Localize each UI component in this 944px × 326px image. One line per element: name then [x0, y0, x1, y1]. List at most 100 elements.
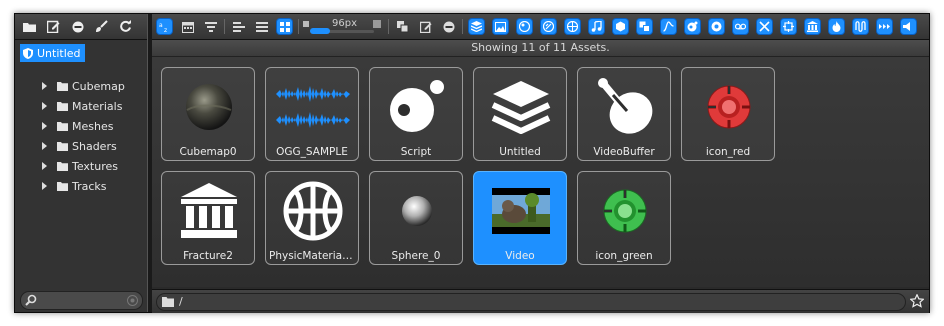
folder-icon — [57, 121, 68, 131]
asset-tile-untitled[interactable]: Untitled — [473, 67, 567, 161]
filter-fire-icon[interactable] — [828, 18, 845, 35]
list-view-icon[interactable] — [253, 18, 270, 35]
filter-wave-icon[interactable] — [852, 18, 869, 35]
asset-tile-fracture2[interactable]: Fracture2 — [161, 171, 255, 265]
asset-tile-sphere0[interactable]: Sphere_0 — [369, 171, 463, 265]
svg-text:z: z — [164, 27, 167, 32]
script-icon — [370, 74, 464, 140]
filter-voicemail-icon[interactable] — [732, 18, 749, 35]
tree-root-untitled[interactable]: Untitled — [20, 44, 85, 62]
tree-item-meshes[interactable]: Meshes — [42, 117, 113, 135]
asset-tile-ogg-sample[interactable]: OGG_SAMPLE — [265, 67, 359, 161]
path-field[interactable]: / — [156, 293, 906, 311]
filter-curve-icon[interactable] — [660, 18, 677, 35]
tree-item-textures[interactable]: Textures — [42, 157, 118, 175]
expand-arrow-icon[interactable] — [42, 182, 47, 190]
shield-icon — [23, 47, 33, 59]
minus-circle-icon[interactable] — [69, 18, 86, 35]
brush-icon[interactable] — [93, 18, 110, 35]
small-size-icon — [303, 21, 309, 27]
large-size-icon — [373, 20, 381, 28]
video-thumbnail-icon — [474, 178, 568, 244]
asset-grid: Cubemap0 OGG_SAMPLE Script Untitled Vide… — [152, 57, 929, 287]
folder-tree: Untitled Cubemap Materials Meshes Shader — [15, 41, 147, 288]
minus-circle-icon[interactable] — [440, 18, 457, 35]
filter-tools-icon[interactable] — [756, 18, 773, 35]
tree-item-materials[interactable]: Materials — [42, 97, 122, 115]
star-icon[interactable] — [910, 294, 924, 308]
filter-prefab-icon[interactable] — [636, 18, 653, 35]
filter-animation-icon[interactable] — [876, 18, 893, 35]
filter-layers-icon[interactable] — [468, 18, 485, 35]
tree-item-cubemap[interactable]: Cubemap — [42, 77, 125, 95]
red-ring-icon — [682, 74, 776, 140]
tree-item-shaders[interactable]: Shaders — [42, 137, 117, 155]
search-icon — [25, 294, 37, 306]
asset-tile-videobuffer[interactable]: VideoBuffer — [577, 67, 671, 161]
expand-arrow-icon[interactable] — [42, 82, 47, 90]
folder-icon — [57, 181, 68, 191]
edit-icon[interactable] — [45, 18, 62, 35]
filter-mesh-icon[interactable] — [612, 18, 629, 35]
path-text: / — [179, 295, 183, 308]
expand-arrow-icon[interactable] — [42, 122, 47, 130]
asset-tile-script[interactable]: Script — [369, 67, 463, 161]
filter-shader-icon[interactable] — [540, 18, 557, 35]
tree-item-label: Shaders — [72, 139, 117, 153]
filter-sound-icon[interactable] — [900, 18, 917, 35]
tree-root-label: Untitled — [37, 46, 81, 60]
asset-label: Script — [400, 146, 432, 158]
tree-item-label: Materials — [72, 99, 123, 113]
asset-label: icon_green — [595, 250, 653, 262]
toolbar-separator — [224, 19, 225, 34]
folder-icon[interactable] — [21, 18, 38, 35]
align-left-icon[interactable] — [230, 18, 247, 35]
grid-view-icon[interactable] — [276, 18, 293, 35]
duplicate-icon[interactable] — [394, 18, 411, 35]
toolbar-separator — [388, 19, 389, 34]
asset-label: Sphere_0 — [391, 250, 441, 262]
tree-item-tracks[interactable]: Tracks — [42, 177, 107, 195]
asset-count-status: Showing 11 of 11 Assets. — [152, 40, 929, 57]
filter-audio-icon[interactable] — [588, 18, 605, 35]
asset-tile-cubemap0[interactable]: Cubemap0 — [161, 67, 255, 161]
tree-item-label: Meshes — [72, 119, 114, 133]
waveform-icon — [266, 74, 360, 140]
sort-alpha-icon[interactable]: az — [156, 18, 173, 35]
filter-building-icon[interactable] — [804, 18, 821, 35]
thumbnail-size-slider[interactable]: 96px — [302, 18, 382, 35]
asset-toolbar: az 96px — [152, 14, 929, 40]
asset-label: Fracture2 — [183, 250, 233, 262]
video-buffer-icon — [578, 74, 672, 140]
expand-arrow-icon[interactable] — [42, 162, 47, 170]
building-icon — [162, 178, 256, 244]
asset-tile-icon-green[interactable]: icon_green — [577, 171, 671, 265]
expand-arrow-icon[interactable] — [42, 142, 47, 150]
clear-search-icon[interactable] — [127, 295, 138, 306]
toolbar-separator — [298, 19, 299, 34]
expand-arrow-icon[interactable] — [42, 102, 47, 110]
toolbar-separator — [462, 19, 463, 34]
asset-tile-video[interactable]: Video — [473, 171, 567, 265]
filter-texture-icon[interactable] — [708, 18, 725, 35]
basketball-icon — [266, 178, 360, 244]
filter-target-icon[interactable] — [780, 18, 797, 35]
refresh-icon[interactable] — [117, 18, 134, 35]
edit-icon[interactable] — [417, 18, 434, 35]
asset-tile-physicmaterial[interactable]: PhysicMaterial... — [265, 171, 359, 265]
asset-label: Cubemap0 — [179, 146, 237, 158]
filter-icon[interactable] — [202, 18, 219, 35]
sphere-light-icon — [370, 178, 464, 244]
slider-thumb[interactable] — [310, 28, 330, 34]
filter-image-icon[interactable] — [492, 18, 509, 35]
folder-search-input[interactable] — [20, 291, 143, 310]
folder-icon — [57, 161, 68, 171]
asset-label: OGG_SAMPLE — [276, 146, 348, 158]
folder-icon — [162, 297, 174, 307]
calendar-icon[interactable] — [179, 18, 196, 35]
asset-tile-icon-red[interactable]: icon_red — [681, 67, 775, 161]
filter-material-icon[interactable] — [516, 18, 533, 35]
filter-script-icon[interactable] — [684, 18, 701, 35]
filter-physics-icon[interactable] — [564, 18, 581, 35]
tree-item-label: Tracks — [72, 179, 107, 193]
